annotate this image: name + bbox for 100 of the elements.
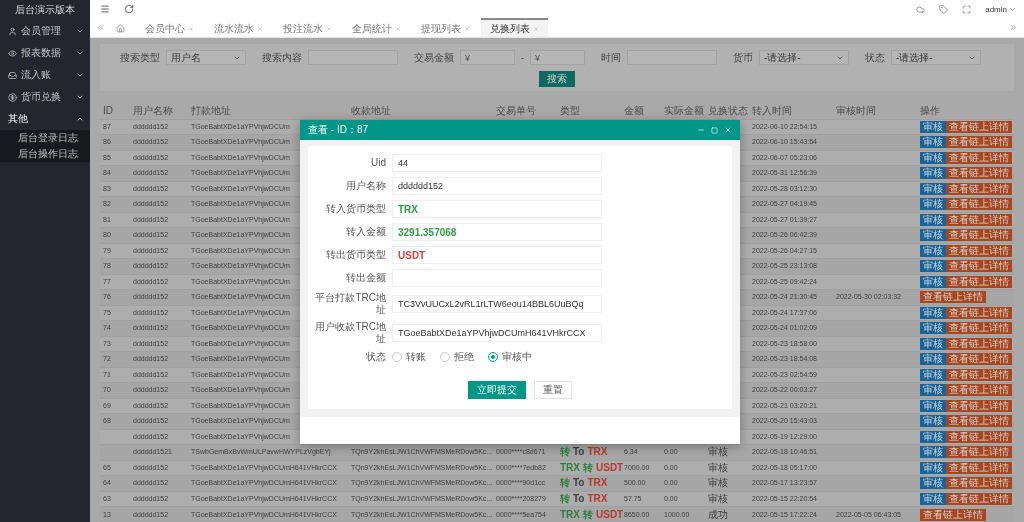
page-tab[interactable]: 流水流水	[205, 18, 272, 37]
sidebar-subitem[interactable]: 后台登录日志	[0, 130, 90, 146]
details-button[interactable]: 查看链上详情	[946, 213, 1012, 226]
page-tab[interactable]: 会员中心	[136, 18, 203, 37]
maximize-icon[interactable]	[711, 126, 718, 134]
search-button[interactable]: 搜索	[539, 71, 575, 87]
review-button[interactable]: 审核	[920, 477, 946, 490]
details-button[interactable]: 查看链上详情	[946, 446, 1012, 459]
close-icon[interactable]	[257, 25, 263, 32]
details-button[interactable]: 查看链上详情	[946, 151, 1012, 164]
inbox-icon	[8, 70, 17, 80]
review-button[interactable]: 审核	[920, 198, 946, 211]
review-button[interactable]: 审核	[920, 120, 946, 133]
sidebar-item[interactable]: 货币兑换	[0, 86, 90, 108]
column-header: 收款地址	[348, 103, 493, 119]
sidebar-item[interactable]: 其他	[0, 108, 90, 130]
review-button[interactable]: 审核	[920, 244, 946, 257]
review-button[interactable]: 审核	[920, 337, 946, 350]
review-button[interactable]: 审核	[920, 415, 946, 428]
details-button[interactable]: 查看链上详情	[920, 508, 986, 521]
input-field[interactable]: dddddd152	[392, 177, 602, 195]
input-field[interactable]: TC3VvUUCxL2vRL1rLTW6eou14BBL6UuBQq	[392, 295, 602, 313]
radio-option[interactable]: 拒绝	[440, 350, 474, 364]
page-tab[interactable]: 投注流水	[274, 18, 341, 37]
sidebar-item[interactable]: 会员管理	[0, 20, 90, 42]
review-button[interactable]: 审核	[920, 167, 946, 180]
close-icon[interactable]	[395, 25, 401, 32]
details-button[interactable]: 查看链上详情	[946, 136, 1012, 149]
details-button[interactable]: 查看链上详情	[946, 399, 1012, 412]
review-button[interactable]: 审核	[920, 229, 946, 242]
page-tab[interactable]: 提现列表	[412, 18, 479, 37]
reset-button[interactable]: 重置	[534, 381, 572, 399]
cloud-icon[interactable]	[916, 4, 926, 14]
review-button[interactable]: 审核	[920, 182, 946, 195]
details-button[interactable]: 查看链上详情	[920, 291, 986, 304]
review-button[interactable]: 审核	[920, 275, 946, 288]
review-button[interactable]: 审核	[920, 322, 946, 335]
caret-icon	[76, 71, 84, 79]
close-icon[interactable]	[188, 25, 194, 32]
select-field[interactable]: -请选择-	[759, 50, 849, 65]
tag-icon[interactable]	[939, 4, 949, 14]
details-button[interactable]: 查看链上详情	[946, 198, 1012, 211]
review-button[interactable]: 审核	[920, 260, 946, 273]
input-field[interactable]: 3291.357068	[392, 223, 602, 241]
details-button[interactable]: 查看链上详情	[946, 322, 1012, 335]
select-field[interactable]: -请选择-	[891, 50, 981, 65]
review-button[interactable]: 审核	[920, 446, 946, 459]
close-icon[interactable]	[464, 25, 470, 32]
fullscreen-icon[interactable]	[962, 4, 972, 14]
input-field[interactable]: USDT	[392, 246, 602, 264]
details-button[interactable]: 查看链上详情	[946, 368, 1012, 381]
refresh-icon[interactable]	[124, 4, 134, 14]
page-tab[interactable]: 兑换列表	[481, 18, 548, 37]
select-field[interactable]: 用户名	[166, 50, 246, 65]
review-button[interactable]: 审核	[920, 353, 946, 366]
details-button[interactable]: 查看链上详情	[946, 492, 1012, 505]
sidebar-item[interactable]: 报表数据	[0, 42, 90, 64]
review-button[interactable]: 审核	[920, 384, 946, 397]
sidebar-item[interactable]: 流入账	[0, 64, 90, 86]
details-button[interactable]: 查看链上详情	[946, 260, 1012, 273]
radio-option[interactable]: 转账	[392, 350, 426, 364]
radio-option[interactable]: 审核中	[488, 350, 532, 364]
details-button[interactable]: 查看链上详情	[946, 337, 1012, 350]
details-button[interactable]: 查看链上详情	[946, 306, 1012, 319]
review-button[interactable]: 审核	[920, 213, 946, 226]
close-icon[interactable]	[326, 25, 332, 32]
review-button[interactable]: 审核	[920, 399, 946, 412]
details-button[interactable]: 查看链上详情	[946, 167, 1012, 180]
details-button[interactable]: 查看链上详情	[946, 182, 1012, 195]
input-field[interactable]: 44	[392, 154, 602, 172]
input-field[interactable]: ¥	[530, 50, 585, 65]
page-tab[interactable]: 全局统计	[343, 18, 410, 37]
close-icon[interactable]	[533, 25, 539, 32]
details-button[interactable]: 查看链上详情	[946, 244, 1012, 257]
details-button[interactable]: 查看链上详情	[946, 120, 1012, 133]
details-button[interactable]: 查看链上详情	[946, 229, 1012, 242]
review-button[interactable]: 审核	[920, 368, 946, 381]
scroll-right-icon[interactable]	[1009, 23, 1018, 32]
details-button[interactable]: 查看链上详情	[946, 477, 1012, 490]
details-button[interactable]: 查看链上详情	[946, 461, 1012, 474]
user-menu[interactable]: admin	[985, 4, 1016, 14]
sidebar-subitem[interactable]: 后台操作日志	[0, 146, 90, 162]
details-button[interactable]: 查看链上详情	[946, 353, 1012, 366]
input-field[interactable]: TRX	[392, 200, 602, 218]
details-button[interactable]: 查看链上详情	[946, 384, 1012, 397]
details-button[interactable]: 查看链上详情	[946, 415, 1012, 428]
review-button[interactable]: 审核	[920, 430, 946, 443]
review-button[interactable]: 审核	[920, 151, 946, 164]
input-field[interactable]: TGoeBabtXDe1aYPVhjwDCUmH641VHkrCCX	[392, 324, 602, 342]
scroll-left-icon[interactable]	[96, 23, 105, 32]
minimize-icon[interactable]	[697, 126, 705, 134]
review-button[interactable]: 审核	[920, 306, 946, 319]
submit-button[interactable]: 立即提交	[468, 381, 526, 399]
review-button[interactable]: 审核	[920, 461, 946, 474]
review-button[interactable]: 审核	[920, 492, 946, 505]
review-button[interactable]: 审核	[920, 136, 946, 149]
details-button[interactable]: 查看链上详情	[946, 430, 1012, 443]
menu-icon[interactable]	[100, 4, 110, 14]
details-button[interactable]: 查看链上详情	[946, 275, 1012, 288]
input-field[interactable]: ¥	[460, 50, 515, 65]
